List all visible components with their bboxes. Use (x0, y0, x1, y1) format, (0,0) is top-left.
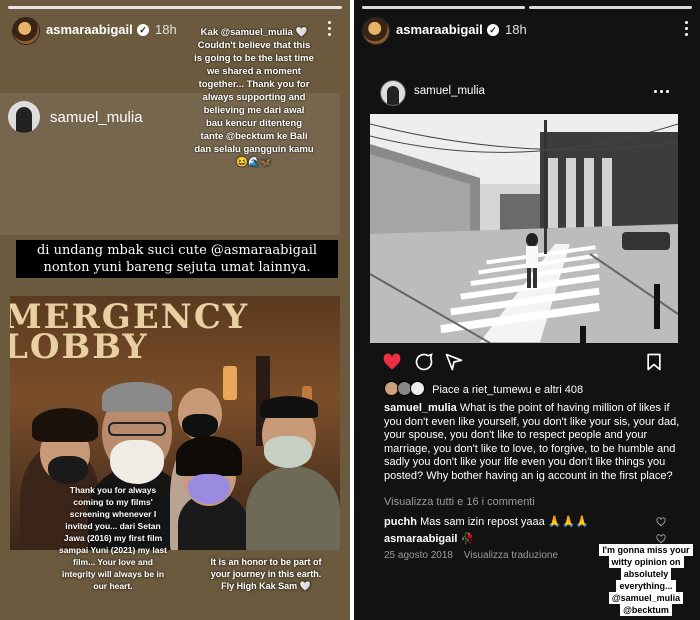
white-mask (110, 440, 164, 484)
black-mask (48, 456, 88, 484)
comment-row: puchh Mas sam izin repost yaaa 🙏🙏🙏 (384, 515, 589, 528)
story-username[interactable]: asmaraabigail (396, 22, 483, 37)
left-story[interactable]: asmaraabigail ✓ 18h samuel_mulia Kak @sa… (0, 0, 350, 620)
like-heart-icon[interactable] (382, 352, 402, 372)
verified-icon: ✓ (487, 24, 499, 36)
story-user-avatar[interactable] (12, 17, 40, 45)
post-date: 25 agosto 2018 (384, 550, 453, 561)
quoted-user-avatar[interactable] (8, 101, 40, 133)
right-story[interactable]: asmaraabigail ✓ 18h samuel_mulia Piace a… (354, 0, 700, 620)
quoted-username[interactable]: samuel_mulia (50, 109, 143, 126)
verified-icon: ✓ (137, 24, 149, 36)
hair (260, 396, 318, 418)
invite-text-bar: di undang mbak suci cute @asmaraabigail … (16, 240, 338, 278)
purple-mask (188, 474, 230, 504)
post-meta: 25 agosto 2018 Visualizza traduzione (384, 550, 566, 561)
story-caption-text: Kak @samuel_mulia 🤍 Couldn't believe tha… (194, 27, 314, 168)
likes-row[interactable]: Piace a riet_tumewu e altri 408 (384, 381, 583, 399)
liker-avatar (410, 381, 426, 396)
comment-text: 🥀 (460, 533, 475, 545)
hair (102, 382, 172, 412)
lobby-sign-text: MERGENCY LOBBY (10, 297, 250, 367)
translate-link[interactable]: Visualizza traduzione (464, 550, 558, 561)
screenshot: asmaraabigail ✓ 18h samuel_mulia Kak @sa… (0, 0, 700, 620)
comment-like-icon[interactable] (656, 517, 666, 527)
likes-text: Piace a riet_tumewu e altri 408 (432, 384, 584, 396)
wall-lamp (223, 366, 237, 400)
view-all-comments-link[interactable]: Visualizza tutti e 16 i commenti (384, 496, 535, 508)
photo-caption-right: It is an honor to be part of your journe… (210, 557, 322, 591)
comment-like-icon[interactable] (656, 534, 666, 544)
black-mask (182, 414, 218, 438)
save-bookmark-icon[interactable] (644, 352, 664, 372)
more-options-icon[interactable] (328, 21, 332, 39)
comment-text: Mas sam izin repost yaaa 🙏🙏🙏 (420, 516, 589, 528)
person-right (246, 466, 340, 550)
story-progress-bars (362, 6, 692, 9)
post-options-icon[interactable] (654, 90, 669, 93)
share-icon[interactable] (444, 352, 464, 372)
sticker-text: I'm gonna miss your witty opinion on abs… (599, 544, 693, 616)
story-text-sticker: I'm gonna miss your witty opinion on abs… (598, 544, 694, 616)
post-image-street[interactable] (370, 114, 678, 343)
hair (32, 408, 98, 442)
liker-avatars (384, 381, 426, 399)
post-username[interactable]: samuel_mulia (414, 85, 485, 97)
post-caption: samuel_mulia What is the point of having… (384, 402, 684, 483)
hair (176, 436, 242, 476)
story-username[interactable]: asmaraabigail (46, 22, 133, 37)
more-options-icon[interactable] (685, 21, 689, 39)
post-user-avatar[interactable] (380, 80, 406, 106)
story-time: 18h (505, 22, 527, 37)
story-progress-bars (8, 6, 342, 9)
comment-icon[interactable] (414, 352, 434, 372)
story-time: 18h (155, 22, 177, 37)
comment-row: asmaraabigail 🥀 (384, 532, 474, 545)
story-user-avatar[interactable] (362, 17, 390, 45)
comment-username[interactable]: puchh (384, 516, 417, 528)
comment-username[interactable]: asmaraabigail (384, 533, 457, 545)
light-mask (264, 436, 312, 468)
glasses (108, 422, 166, 436)
caption-username[interactable]: samuel_mulia (384, 402, 457, 414)
photo-caption-left: Thank you for always coming to my films'… (58, 485, 168, 591)
street-scene (370, 114, 678, 343)
